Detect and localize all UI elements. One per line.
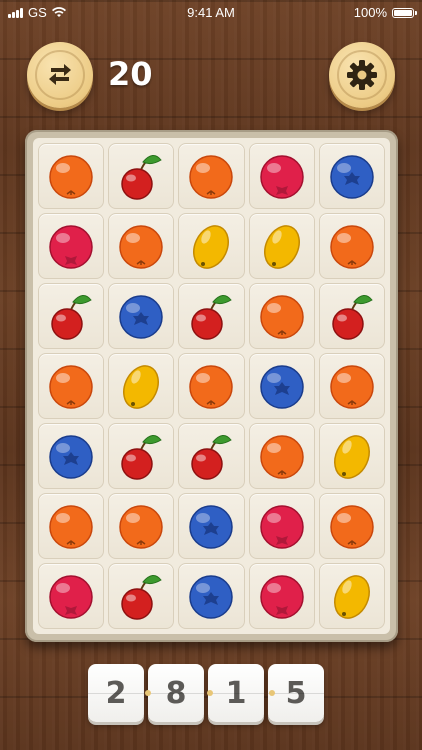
- raspberry-icon: [49, 225, 93, 269]
- lemon-icon: [123, 365, 160, 409]
- lemon-icon: [333, 435, 370, 479]
- board-tile[interactable]: [38, 283, 105, 349]
- orange-icon: [119, 505, 164, 549]
- orange-icon: [49, 505, 93, 549]
- cherry-icon: [121, 575, 163, 620]
- board-tile[interactable]: [108, 493, 175, 559]
- board-tile[interactable]: [248, 143, 315, 209]
- blueberry-icon: [259, 365, 304, 409]
- board-tile[interactable]: [38, 213, 105, 279]
- settings-button[interactable]: [329, 42, 395, 108]
- board-tile[interactable]: [178, 213, 245, 279]
- cherry-icon: [51, 295, 92, 340]
- board-tile[interactable]: [108, 423, 175, 489]
- code-digit-1: 2: [88, 664, 144, 722]
- board-tile[interactable]: [38, 493, 105, 559]
- board-tile[interactable]: [248, 423, 315, 489]
- orange-icon: [49, 155, 93, 199]
- board-tile[interactable]: [108, 213, 175, 279]
- board-tile[interactable]: [108, 353, 175, 419]
- board-tile[interactable]: [248, 213, 315, 279]
- board-tile[interactable]: [248, 493, 315, 559]
- code-separator-dot: [269, 690, 275, 696]
- swap-button[interactable]: [27, 42, 93, 108]
- board-tile[interactable]: [178, 283, 245, 349]
- blueberry-icon: [330, 155, 374, 199]
- lemon-icon: [193, 225, 230, 269]
- raspberry-icon: [259, 505, 304, 549]
- raspberry-icon: [259, 575, 304, 619]
- cherry-icon: [121, 435, 163, 480]
- lemon-icon: [263, 225, 300, 269]
- score-value: 20: [108, 55, 153, 93]
- board-tile[interactable]: [318, 283, 385, 349]
- board-tile[interactable]: [178, 563, 245, 629]
- blueberry-icon: [49, 435, 93, 479]
- orange-icon: [259, 435, 304, 479]
- code-digit-4: 5: [268, 664, 324, 722]
- code-digit-2: 8: [148, 664, 204, 722]
- blueberry-icon: [189, 505, 234, 549]
- swap-button-inner: [35, 50, 85, 100]
- status-right: 100%: [353, 5, 417, 20]
- code-digit-3: 1: [208, 664, 264, 722]
- status-bar: GS 9:41 AM 100%: [0, 0, 422, 24]
- code-separator-dot: [145, 690, 151, 696]
- orange-icon: [119, 225, 164, 269]
- lemon-icon: [333, 575, 370, 619]
- board-tile[interactable]: [38, 563, 105, 629]
- blueberry-icon: [119, 295, 164, 339]
- gear-icon: [347, 60, 377, 90]
- board-tile[interactable]: [178, 143, 245, 209]
- raspberry-icon: [259, 155, 304, 199]
- board-tile[interactable]: [108, 143, 175, 209]
- board-tile[interactable]: [38, 143, 105, 209]
- board-tile[interactable]: [178, 423, 245, 489]
- board-tile[interactable]: [318, 493, 385, 559]
- board-tile[interactable]: [38, 353, 105, 419]
- game-board: [33, 138, 390, 634]
- cherry-icon: [191, 295, 233, 340]
- swap-arrows-icon: [49, 64, 71, 85]
- cherry-icon: [191, 435, 233, 480]
- blueberry-icon: [189, 575, 234, 619]
- orange-icon: [330, 225, 374, 269]
- board-tile[interactable]: [108, 283, 175, 349]
- board-tile[interactable]: [248, 563, 315, 629]
- board-tile[interactable]: [248, 283, 315, 349]
- board-tile[interactable]: [248, 353, 315, 419]
- battery-percent: 100%: [353, 5, 387, 20]
- settings-button-inner: [337, 50, 387, 100]
- board-tile[interactable]: [108, 563, 175, 629]
- board-tile[interactable]: [318, 353, 385, 419]
- board-tile[interactable]: [318, 563, 385, 629]
- orange-icon: [330, 505, 374, 549]
- cherry-icon: [332, 295, 373, 340]
- board-frame: [25, 130, 398, 642]
- orange-icon: [49, 365, 93, 409]
- battery-icon: [392, 7, 417, 18]
- board-tile[interactable]: [318, 213, 385, 279]
- code-separator-dot: [207, 690, 213, 696]
- orange-icon: [330, 365, 374, 409]
- board-tile[interactable]: [178, 493, 245, 559]
- board-tile[interactable]: [38, 423, 105, 489]
- raspberry-icon: [49, 575, 93, 619]
- board-tile[interactable]: [178, 353, 245, 419]
- orange-icon: [189, 365, 234, 409]
- board-tile[interactable]: [318, 143, 385, 209]
- orange-icon: [259, 295, 304, 339]
- board-tile[interactable]: [318, 423, 385, 489]
- cherry-icon: [121, 155, 163, 200]
- orange-icon: [189, 155, 234, 199]
